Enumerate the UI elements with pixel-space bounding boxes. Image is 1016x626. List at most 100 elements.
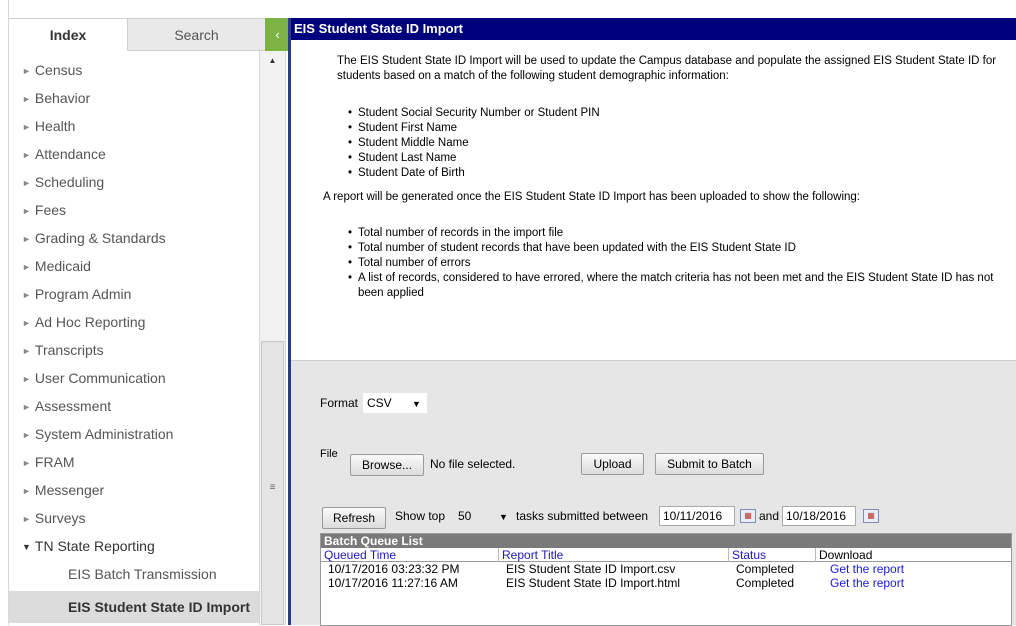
import-form: Format CSV ▼ File Browse... No file sele… [291,360,1016,626]
report-title-cell: EIS Student State ID Import.html [506,576,681,590]
and-label: and [759,509,780,523]
batch-queue-header: Queued Time Report Title Status Download [321,548,1011,562]
expand-arrow-icon: ► [22,262,31,272]
expand-arrow-icon: ► [22,178,31,188]
nav-item-label: Medicaid [34,258,91,274]
status-cell: Completed [736,576,795,590]
nav-item-census[interactable]: ► Census [9,56,259,84]
report-title-cell: EIS Student State ID Import.csv [506,562,676,576]
file-status: No file selected. [430,457,516,471]
nav-item-tn-state-reporting[interactable]: ▼ TN State Reporting [9,532,259,560]
nav-item-behavior[interactable]: ► Behavior [9,84,259,112]
nav-child-eis-batch-transmission[interactable]: EIS Batch Transmission [9,560,259,588]
nav-item-grading-standards[interactable]: ► Grading & Standards [9,224,259,252]
get-report-link[interactable]: Get the report [827,576,904,590]
date-from-input[interactable]: 10/11/2016 [659,506,735,526]
nav-item-surveys[interactable]: ► Surveys [9,504,259,532]
nav-item-fram[interactable]: ► FRAM [9,448,259,476]
expand-arrow-icon: ► [22,150,31,160]
queued-time-cell: 10/17/2016 03:23:32 PM [328,562,460,576]
nav-item-label: TN State Reporting [34,538,155,554]
collapse-arrow-icon: ▼ [22,542,31,552]
format-select[interactable]: CSV ▼ [363,393,427,413]
expand-arrow-icon: ► [22,402,31,412]
tasks-between-label: tasks submitted between [516,509,649,523]
info-section: The EIS Student State ID Import will be … [291,40,1016,360]
page-title: EIS Student State ID Import [291,18,1016,40]
expand-arrow-icon: ► [22,318,31,328]
refresh-button[interactable]: Refresh [322,507,386,529]
nav-scrollbar[interactable]: ▲ ≡ [259,51,286,625]
expand-arrow-icon: ► [22,430,31,440]
column-header-report-title[interactable]: Report Title [499,548,729,562]
upload-button[interactable]: Upload [581,453,644,475]
expand-arrow-icon: ► [22,234,31,244]
scrollbar-thumb[interactable]: ≡ [261,341,284,625]
nav-child-eis-student-state-id-import[interactable]: EIS Student State ID Import [9,591,259,623]
list-item: Student Date of Birth [348,166,988,181]
left-navigation-panel: Index Search ‹ ► Census ► Behavior ► Health… [0,0,290,625]
expand-arrow-icon: ► [22,514,31,524]
expand-arrow-icon: ► [22,122,31,132]
nav-item-user-communication[interactable]: ► User Communication [9,364,259,392]
grip-icon: ≡ [269,482,276,493]
list-item: Student Social Security Number or Studen… [348,106,988,121]
batch-queue-title: Batch Queue List [321,534,1011,548]
nav-item-label: Health [34,118,76,134]
nav-item-label: Transcripts [34,342,104,358]
nav-tree: ► Census ► Behavior ► Health ► Attendance ► S… [9,51,259,625]
status-cell: Completed [736,562,795,576]
main-content: EIS Student State ID Import The EIS Stud… [288,18,1016,626]
nav-item-label: User Communication [34,370,166,386]
expand-arrow-icon: ► [22,486,31,496]
expand-arrow-icon: ► [22,346,31,356]
list-item: Total number of records in the import fi… [348,226,998,241]
get-report-link[interactable]: Get the report [827,562,904,576]
nav-item-messenger[interactable]: ► Messenger [9,476,259,504]
submit-to-batch-button[interactable]: Submit to Batch [655,453,764,475]
show-top-label: Show top [395,509,446,523]
table-row: 10/17/2016 03:23:32 PM EIS Student State… [321,562,1011,576]
nav-item-transcripts[interactable]: ► Transcripts [9,336,259,364]
tab-search[interactable]: Search [128,18,265,51]
column-header-queued-time[interactable]: Queued Time [321,548,499,562]
expand-arrow-icon: ► [22,458,31,468]
collapse-panel-icon[interactable]: ‹ [265,18,290,51]
tab-index[interactable]: Index [9,18,128,51]
nav-item-fees[interactable]: ► Fees [9,196,259,224]
date-to-input[interactable]: 10/18/2016 [782,506,856,526]
nav-item-program-admin[interactable]: ► Program Admin [9,280,259,308]
expand-arrow-icon: ► [22,206,31,216]
nav-item-attendance[interactable]: ► Attendance [9,140,259,168]
browse-button[interactable]: Browse... [350,454,424,476]
nav-item-label: FRAM [34,454,75,470]
expand-arrow-icon: ► [22,290,31,300]
queued-time-cell: 10/17/2016 11:27:16 AM [328,576,458,590]
scroll-up-arrow-icon[interactable]: ▲ [260,53,285,69]
nav-item-label: Surveys [34,510,86,526]
batch-queue-list: Batch Queue List Queued Time Report Titl… [320,533,1012,626]
column-header-status[interactable]: Status [729,548,816,562]
nav-item-label: Messenger [34,482,105,498]
nav-item-assessment[interactable]: ► Assessment [9,392,259,420]
nav-item-label: Grading & Standards [34,230,166,246]
nav-item-ad-hoc-reporting[interactable]: ► Ad Hoc Reporting [9,308,259,336]
list-item: Total number of student records that hav… [348,241,998,256]
nav-item-system-administration[interactable]: ► System Administration [9,420,259,448]
calendar-icon[interactable]: ▦ [740,509,756,523]
list-item: Total number of errors [348,256,998,271]
nav-item-medicaid[interactable]: ► Medicaid [9,252,259,280]
intro-text: The EIS Student State ID Import will be … [337,55,997,82]
expand-arrow-icon: ► [22,66,31,76]
show-top-value: 50 [458,509,472,523]
nav-item-label: Behavior [34,90,91,106]
nav-item-scheduling[interactable]: ► Scheduling [9,168,259,196]
column-header-download: Download [819,548,873,562]
show-top-select[interactable]: 50 ▼ [454,506,514,526]
nav-item-health[interactable]: ► Health [9,112,259,140]
nav-item-label: Census [34,62,83,78]
nav-tabs: Index Search ‹ [9,18,290,51]
format-select-value: CSV [367,396,392,410]
list-item: Student Middle Name [348,136,988,151]
calendar-icon[interactable]: ▦ [863,509,879,523]
